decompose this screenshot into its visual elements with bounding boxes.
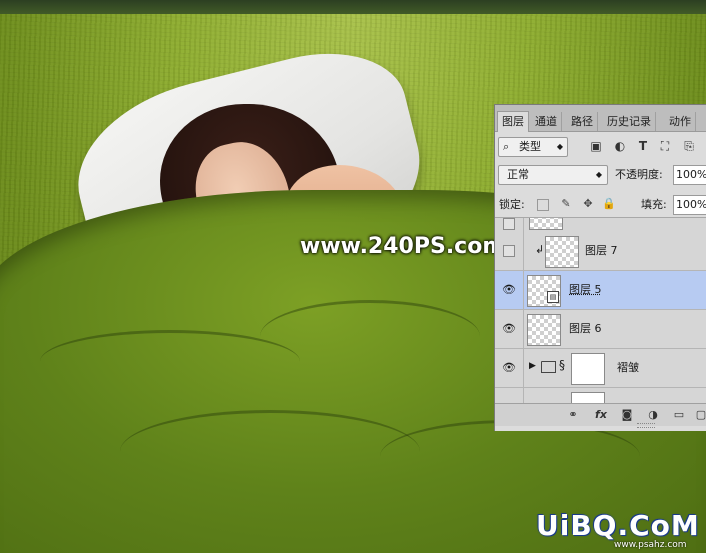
layer-name: 图层 6: [569, 322, 602, 335]
layer-row[interactable]: ↲ 图层 7: [495, 232, 706, 271]
layer-mask-thumbnail: [571, 392, 605, 403]
layer-name: 图层 7: [585, 244, 618, 257]
new-group-icon[interactable]: ▭: [671, 407, 687, 423]
layer-mask-thumbnail: [571, 353, 605, 385]
opacity-label: 不透明度:: [615, 168, 663, 181]
adjustment-filter-icon[interactable]: ◐: [612, 138, 628, 154]
tab-actions[interactable]: 动作: [665, 112, 696, 131]
layer-list: ↲ 图层 7 👁 ▤ 图层 5 👁 图层 6 👁 ▶ § 褶皱: [495, 218, 706, 403]
layer-row[interactable]: [495, 218, 706, 233]
lock-label: 锁定:: [499, 198, 525, 211]
layer-mask-icon[interactable]: ◙: [619, 407, 635, 423]
layers-panel: 图层 通道 路径 历史记录 动作 ⌕ 类型 ◆ ▣ ◐ T ⛶ ⎘ 正常 ◆ 不…: [494, 104, 706, 431]
layer-name: 褶皱: [617, 361, 639, 374]
clipping-arrow-icon: ↲: [535, 243, 545, 256]
opacity-input[interactable]: 100%: [673, 165, 706, 185]
fill-input[interactable]: 100%: [673, 195, 706, 215]
tab-paths[interactable]: 路径: [567, 112, 598, 131]
text-filter-icon[interactable]: T: [635, 138, 651, 154]
watermark-text: www.240PS.com: [300, 234, 506, 259]
lock-row: 锁定: ✎ ✥ 🔒 填充: 100%: [495, 193, 706, 218]
layers-bottom-bar: ⚭ fx ◙ ◑ ▭ ▢: [495, 403, 706, 426]
tab-history[interactable]: 历史记录: [603, 112, 656, 131]
divider: [523, 310, 524, 348]
divider: [523, 218, 524, 232]
link-icon: §: [559, 358, 565, 372]
layer-thumbnail: [545, 236, 579, 268]
blanket-fold: [260, 300, 480, 373]
layer-name: 图层 5: [569, 283, 602, 296]
link-layers-icon[interactable]: ⚭: [565, 407, 581, 423]
search-icon: ⌕: [503, 140, 510, 153]
layer-thumbnail: [527, 314, 561, 346]
tab-channels[interactable]: 通道: [531, 112, 562, 131]
smart-object-icon: ▤: [547, 291, 559, 303]
divider: [523, 271, 524, 309]
eye-icon[interactable]: 👁: [501, 283, 517, 297]
filter-row: ⌕ 类型 ◆ ▣ ◐ T ⛶ ⎘: [495, 135, 706, 159]
eye-icon[interactable]: 👁: [501, 322, 517, 336]
fill-label: 填充:: [641, 198, 667, 211]
layer-row[interactable]: 👁 ▤ 图层 5: [495, 271, 706, 310]
expand-arrow-icon[interactable]: ▶: [529, 361, 536, 371]
panel-tabbar: 图层 通道 路径 历史记录 动作: [495, 105, 706, 132]
layer-row[interactable]: [495, 388, 706, 403]
site-logo: UiBQ.CoM: [536, 509, 700, 542]
blend-row: 正常 ◆ 不透明度: 100%: [495, 163, 706, 187]
divider: [523, 349, 524, 387]
blend-mode-value: 正常: [507, 168, 529, 181]
blend-mode-select[interactable]: 正常 ◆: [498, 165, 608, 185]
blanket-fold: [120, 410, 420, 493]
image-filter-icon[interactable]: ▣: [588, 138, 604, 154]
eye-icon[interactable]: 👁: [501, 361, 517, 375]
layer-thumbnail: [529, 218, 563, 230]
divider: [523, 232, 524, 270]
folder-icon: [541, 361, 556, 373]
new-layer-icon[interactable]: ▢: [693, 407, 706, 423]
adjustment-layer-icon[interactable]: ◑: [645, 407, 661, 423]
visibility-toggle[interactable]: [503, 218, 515, 230]
lock-brush-icon[interactable]: ✎: [559, 197, 573, 211]
smart-object-filter-icon[interactable]: ⎘: [681, 138, 697, 154]
layer-row[interactable]: 👁 图层 6: [495, 310, 706, 349]
layer-row[interactable]: 👁 ▶ § 褶皱: [495, 349, 706, 388]
filter-kind-select[interactable]: ⌕ 类型 ◆: [498, 137, 568, 157]
panel-resize-grip[interactable]: [637, 423, 655, 428]
lock-all-icon[interactable]: 🔒: [602, 197, 616, 211]
lock-move-icon[interactable]: ✥: [581, 197, 595, 211]
tab-layers[interactable]: 图层: [497, 111, 529, 132]
chevron-updown-icon: ◆: [556, 142, 563, 151]
shape-filter-icon[interactable]: ⛶: [657, 138, 673, 154]
lock-transparent-icon[interactable]: [537, 199, 549, 211]
divider: [523, 388, 524, 403]
site-logo-subtext: www.psahz.com: [614, 540, 687, 550]
chevron-updown-icon: ◆: [595, 170, 602, 179]
filter-kind-value: 类型: [519, 140, 541, 153]
visibility-toggle[interactable]: [503, 245, 515, 257]
fx-icon[interactable]: fx: [593, 407, 609, 423]
